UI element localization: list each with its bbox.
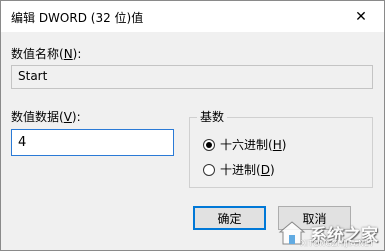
value-data-label: 数值数据(V): — [11, 108, 81, 125]
dec-label-suffix: ) — [269, 162, 275, 177]
edit-dword-dialog: 编辑 DWORD (32 位)值 ✕ 数值名称(N): Start 数值数据(V… — [0, 0, 385, 251]
radio-unchecked-icon[interactable] — [203, 163, 215, 176]
value-name-label: 数值名称(N): — [11, 45, 81, 62]
close-button[interactable]: ✕ — [338, 1, 384, 32]
close-icon: ✕ — [355, 8, 367, 25]
value-data-label-text: 数值数据( — [11, 110, 64, 124]
hex-accesskey: H — [272, 137, 282, 152]
value-data-input[interactable] — [11, 129, 174, 156]
value-name-accesskey: N — [63, 47, 73, 61]
value-name-field: Start — [11, 65, 373, 89]
base-group-title: 基数 — [197, 108, 228, 125]
value-name-label-text: 数值名称( — [11, 47, 64, 61]
title-bar[interactable]: 编辑 DWORD (32 位)值 ✕ — [1, 1, 384, 32]
value-data-accesskey: V — [63, 110, 72, 124]
value-data-label-suffix: ): — [71, 110, 81, 124]
radio-checked-icon[interactable] — [203, 138, 215, 151]
hex-label: 十六进制( — [220, 138, 273, 152]
dialog-title: 编辑 DWORD (32 位)值 — [11, 11, 144, 25]
dec-accesskey: D — [260, 162, 270, 177]
radio-hexadecimal[interactable]: 十六进制(H) — [203, 136, 286, 153]
watermark-url: XITONGZHIJIA.NET — [300, 239, 374, 248]
ok-button[interactable]: 确定 — [193, 206, 266, 230]
dec-label: 十进制( — [220, 163, 261, 177]
radio-decimal[interactable]: 十进制(D) — [203, 161, 275, 178]
hex-label-suffix: ) — [281, 137, 287, 152]
value-name-label-suffix: ): — [72, 47, 82, 61]
